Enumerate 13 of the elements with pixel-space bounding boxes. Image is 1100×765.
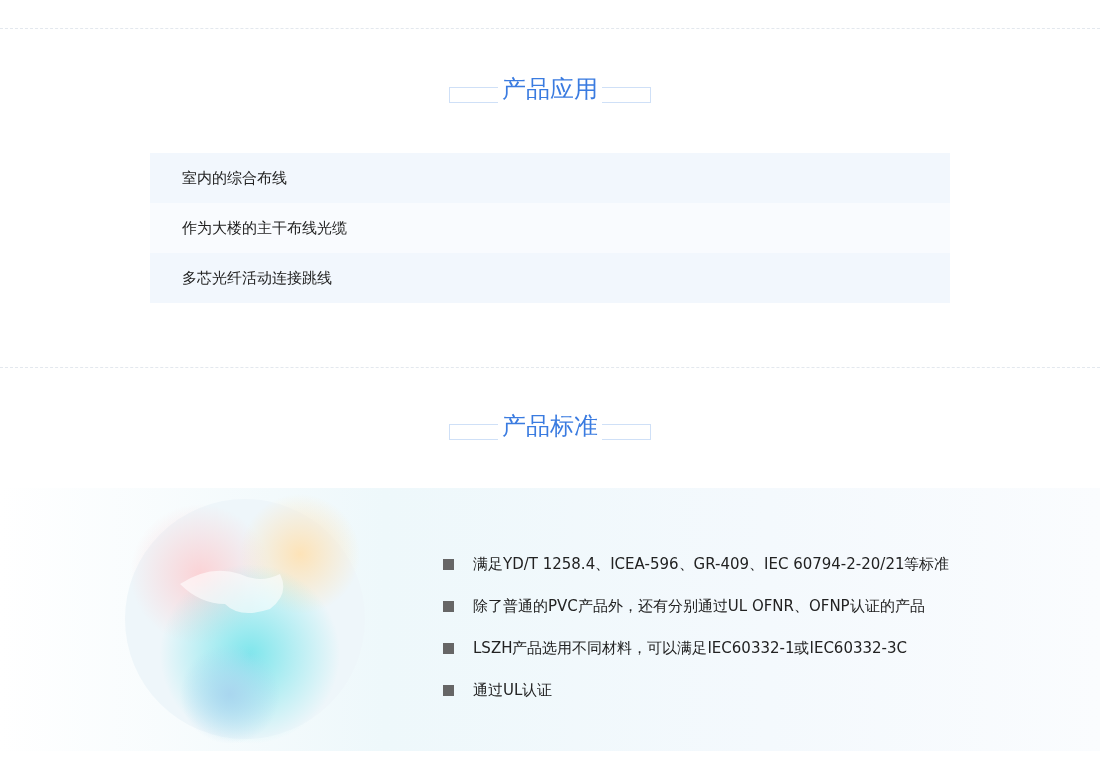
section-title: 产品应用	[498, 74, 602, 104]
application-item: 多芯光纤活动连接跳线	[150, 253, 950, 303]
bullet-icon	[443, 684, 454, 696]
standard-item: LSZH产品选用不同材料，可以满足IEC60332-1或IEC60332-3C	[473, 637, 907, 659]
bullet-icon	[443, 600, 454, 612]
bullet-icon	[443, 558, 454, 570]
standard-item: 通过UL认证	[473, 679, 553, 701]
application-item: 室内的综合布线	[150, 153, 950, 203]
section-title: 产品标准	[498, 411, 602, 441]
standard-item: 除了普通的PVC产品外，还有分别通过UL OFNR、OFNP认证的产品	[473, 595, 925, 617]
application-item: 作为大楼的主干布线光缆	[150, 203, 950, 253]
standard-item: 满足YD/T 1258.4、ICEA-596、GR-409、IEC 60794-2-20/21等标准	[473, 553, 950, 575]
bullet-icon	[443, 642, 454, 654]
